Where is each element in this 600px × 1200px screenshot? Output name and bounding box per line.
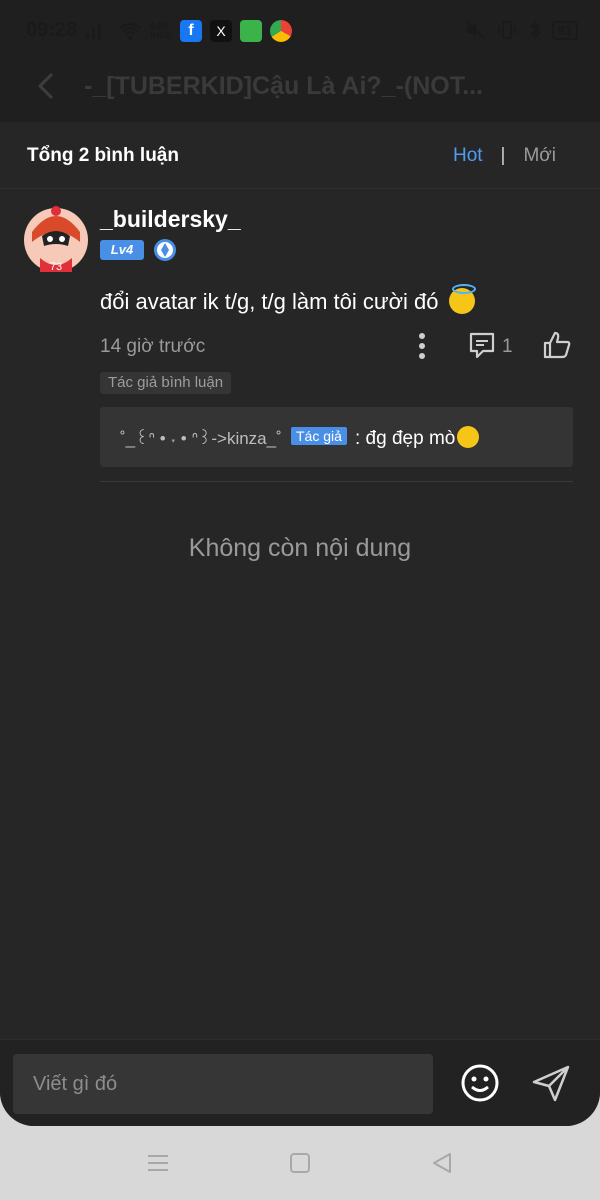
- comment-total: Tổng 2 bình luận: [27, 145, 179, 166]
- reply-text: : đg đẹp mò: [355, 426, 480, 450]
- sort-options: Hot | Mới: [453, 145, 556, 167]
- sort-new-tab[interactable]: Mới: [523, 145, 556, 167]
- end-of-content: Không còn nội dung: [188, 534, 412, 562]
- top-header: -_[TUBERKID]Cậu Là Ai?_-(NOT...: [0, 60, 600, 122]
- reply-body: : đg đẹp mò: [355, 428, 456, 449]
- reply-author-tag: Tác giả: [291, 427, 347, 445]
- avatar[interactable]: 73: [22, 202, 90, 274]
- back-nav-icon[interactable]: [429, 1150, 455, 1176]
- page-title: -_[TUBERKID]Cậu Là Ai?_-(NOT...: [84, 72, 484, 100]
- reply-icon[interactable]: [468, 331, 496, 359]
- rank-badge-icon: [154, 239, 176, 261]
- bluetooth-icon: [529, 20, 540, 40]
- vibrate-icon: [497, 21, 516, 39]
- emoji-icon[interactable]: [460, 1063, 500, 1103]
- send-icon[interactable]: [530, 1062, 572, 1104]
- status-bar: 09:28 6.00 KB/S f X ··· 91: [0, 0, 600, 60]
- comment-author-tag: Tác giả bình luận: [100, 372, 232, 394]
- mute-icon: [464, 21, 485, 39]
- comment-input[interactable]: [13, 1054, 433, 1114]
- comment-username[interactable]: _buildersky_: [100, 206, 241, 233]
- store-app-icon: [240, 20, 262, 42]
- divider: [100, 481, 573, 482]
- system-nav-bar: [0, 1126, 600, 1200]
- home-icon[interactable]: [287, 1150, 313, 1176]
- more-notifications-icon: ···: [300, 22, 316, 39]
- sort-separator: |: [500, 145, 506, 166]
- innocent-emoji-icon: [448, 284, 476, 314]
- facebook-icon: f: [180, 20, 202, 42]
- like-icon[interactable]: [542, 330, 572, 360]
- chrome-icon: [270, 20, 292, 42]
- pensive-emoji-icon: [457, 426, 480, 448]
- back-icon[interactable]: [28, 66, 68, 106]
- network-speed: 6.00 KB/S: [150, 21, 172, 40]
- status-left-icons: 6.00 KB/S f X ···: [84, 20, 316, 42]
- comment-body: đổi avatar ik t/g, t/g làm tôi cười đó: [100, 289, 439, 314]
- comment-text: đổi avatar ik t/g, t/g làm tôi cười đó: [100, 284, 476, 315]
- recent-apps-icon[interactable]: [145, 1150, 171, 1176]
- signal-icon: [86, 25, 101, 39]
- level-badge: Lv4: [100, 240, 144, 260]
- sort-hot-tab[interactable]: Hot: [453, 145, 483, 167]
- compose-bar: [0, 1039, 600, 1126]
- battery-indicator: 91: [551, 20, 578, 40]
- reply-username: ˚_꒰ᐢ • ˕ • ᐢ꒱->kinza_˚: [120, 429, 282, 448]
- reply-count: 1: [502, 336, 513, 357]
- reply-preview[interactable]: ˚_꒰ᐢ • ˕ • ᐢ꒱->kinza_˚ Tác giả : đg đẹp …: [100, 407, 573, 467]
- comment-time: 14 giờ trước: [100, 336, 206, 357]
- app-screen: 09:28 6.00 KB/S f X ··· 91 -_[TUBERKID]C…: [0, 0, 600, 1126]
- status-right-icons: 91: [464, 20, 578, 40]
- comments-header: Tổng 2 bình luận Hot | Mới: [0, 122, 600, 189]
- more-options-icon[interactable]: [412, 332, 432, 360]
- wifi-icon: [119, 22, 141, 40]
- status-time: 09:28: [26, 19, 78, 41]
- svg-text:73: 73: [50, 261, 62, 273]
- x-app-icon: X: [210, 20, 232, 42]
